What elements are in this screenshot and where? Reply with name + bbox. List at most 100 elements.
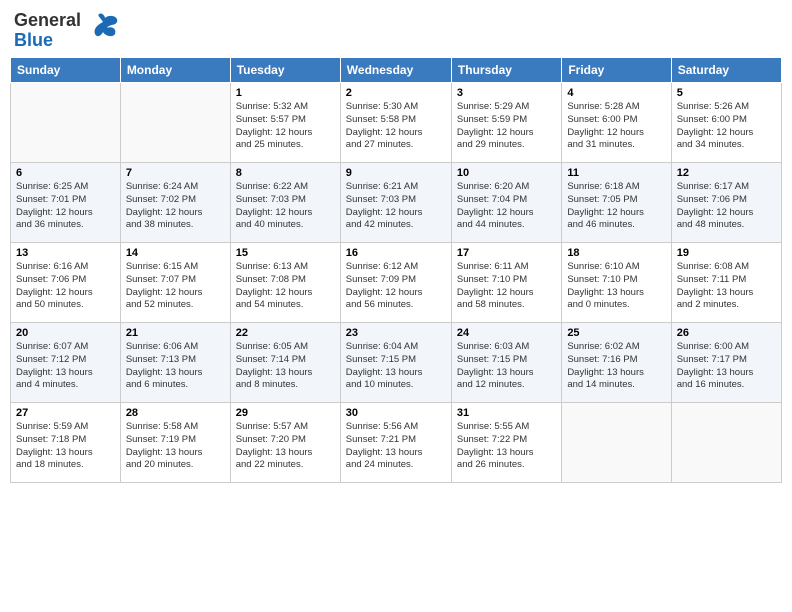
calendar-cell: 23 Sunrise: 6:04 AM Sunset: 7:15 PM Dayli… [340, 323, 451, 403]
page-header: General Blue [10, 10, 782, 51]
day-info: Sunrise: 6:00 AM Sunset: 7:17 PM Dayligh… [677, 341, 776, 392]
calendar-cell: 28 Sunrise: 5:58 AM Sunset: 7:19 PM Dayli… [120, 403, 230, 483]
calendar-cell: 16 Sunrise: 6:12 AM Sunset: 7:09 PM Dayli… [340, 243, 451, 323]
day-number: 26 [677, 327, 776, 339]
calendar-cell: 12Sunrise: 6:17 AM Sunset: 7:06 PM Dayli… [671, 163, 781, 243]
weekday-header-sunday: Sunday [11, 58, 121, 83]
day-info: Sunrise: 6:22 AM Sunset: 7:03 PM Dayligh… [236, 181, 335, 232]
day-number: 28 [126, 407, 225, 419]
calendar-header-row: SundayMondayTuesdayWednesdayThursdayFrid… [11, 58, 782, 83]
calendar-body: 1 Sunrise: 5:32 AM Sunset: 5:57 PM Daylig… [11, 83, 782, 483]
day-number: 19 [677, 247, 776, 259]
calendar-cell [120, 83, 230, 163]
day-info: Sunrise: 6:25 AM Sunset: 7:01 PM Dayligh… [16, 181, 115, 232]
calendar-week-5: 27 Sunrise: 5:59 AM Sunset: 7:18 PM Dayli… [11, 403, 782, 483]
logo-blue: Blue [14, 30, 53, 50]
day-number: 29 [236, 407, 335, 419]
day-number: 27 [16, 407, 115, 419]
day-number: 2 [346, 87, 446, 99]
day-number: 24 [457, 327, 556, 339]
calendar-cell: 20Sunrise: 6:07 AM Sunset: 7:12 PM Dayli… [11, 323, 121, 403]
day-info: Sunrise: 6:07 AM Sunset: 7:12 PM Dayligh… [16, 341, 115, 392]
calendar-table: SundayMondayTuesdayWednesdayThursdayFrid… [10, 57, 782, 483]
calendar-cell: 22 Sunrise: 6:05 AM Sunset: 7:14 PM Dayli… [230, 323, 340, 403]
day-info: Sunrise: 6:20 AM Sunset: 7:04 PM Dayligh… [457, 181, 556, 232]
day-number: 6 [16, 167, 115, 179]
day-number: 7 [126, 167, 225, 179]
weekday-header-tuesday: Tuesday [230, 58, 340, 83]
weekday-header-friday: Friday [562, 58, 671, 83]
day-info: Sunrise: 5:58 AM Sunset: 7:19 PM Dayligh… [126, 421, 225, 472]
calendar-cell: 17Sunrise: 6:11 AM Sunset: 7:10 PM Dayli… [451, 243, 561, 323]
calendar-week-1: 1 Sunrise: 5:32 AM Sunset: 5:57 PM Daylig… [11, 83, 782, 163]
calendar-cell: 31 Sunrise: 5:55 AM Sunset: 7:22 PM Dayli… [451, 403, 561, 483]
calendar-cell: 18 Sunrise: 6:10 AM Sunset: 7:10 PM Dayli… [562, 243, 671, 323]
day-info: Sunrise: 5:56 AM Sunset: 7:21 PM Dayligh… [346, 421, 446, 472]
day-number: 1 [236, 87, 335, 99]
day-number: 18 [567, 247, 665, 259]
calendar-cell: 25Sunrise: 6:02 AM Sunset: 7:16 PM Dayli… [562, 323, 671, 403]
calendar-cell: 30 Sunrise: 5:56 AM Sunset: 7:21 PM Dayli… [340, 403, 451, 483]
day-info: Sunrise: 6:05 AM Sunset: 7:14 PM Dayligh… [236, 341, 335, 392]
calendar-cell: 13 Sunrise: 6:16 AM Sunset: 7:06 PM Dayli… [11, 243, 121, 323]
day-info: Sunrise: 6:12 AM Sunset: 7:09 PM Dayligh… [346, 261, 446, 312]
day-number: 14 [126, 247, 225, 259]
day-number: 22 [236, 327, 335, 339]
calendar-cell: 11 Sunrise: 6:18 AM Sunset: 7:05 PM Dayli… [562, 163, 671, 243]
day-number: 12 [677, 167, 776, 179]
day-info: Sunrise: 6:16 AM Sunset: 7:06 PM Dayligh… [16, 261, 115, 312]
calendar-cell: 14Sunrise: 6:15 AM Sunset: 7:07 PM Dayli… [120, 243, 230, 323]
calendar-cell: 5Sunrise: 5:26 AM Sunset: 6:00 PM Daylig… [671, 83, 781, 163]
day-number: 30 [346, 407, 446, 419]
day-number: 31 [457, 407, 556, 419]
day-info: Sunrise: 5:26 AM Sunset: 6:00 PM Dayligh… [677, 101, 776, 152]
day-number: 23 [346, 327, 446, 339]
weekday-header-saturday: Saturday [671, 58, 781, 83]
day-info: Sunrise: 6:21 AM Sunset: 7:03 PM Dayligh… [346, 181, 446, 232]
calendar-cell: 26 Sunrise: 6:00 AM Sunset: 7:17 PM Dayli… [671, 323, 781, 403]
calendar-cell: 19 Sunrise: 6:08 AM Sunset: 7:11 PM Dayli… [671, 243, 781, 323]
day-info: Sunrise: 5:59 AM Sunset: 7:18 PM Dayligh… [16, 421, 115, 472]
day-info: Sunrise: 6:24 AM Sunset: 7:02 PM Dayligh… [126, 181, 225, 232]
day-info: Sunrise: 5:30 AM Sunset: 5:58 PM Dayligh… [346, 101, 446, 152]
day-number: 8 [236, 167, 335, 179]
day-info: Sunrise: 6:18 AM Sunset: 7:05 PM Dayligh… [567, 181, 665, 232]
weekday-header-wednesday: Wednesday [340, 58, 451, 83]
day-info: Sunrise: 6:13 AM Sunset: 7:08 PM Dayligh… [236, 261, 335, 312]
calendar-cell: 7 Sunrise: 6:24 AM Sunset: 7:02 PM Daylig… [120, 163, 230, 243]
calendar-cell: 21Sunrise: 6:06 AM Sunset: 7:13 PM Dayli… [120, 323, 230, 403]
day-info: Sunrise: 5:32 AM Sunset: 5:57 PM Dayligh… [236, 101, 335, 152]
day-info: Sunrise: 6:06 AM Sunset: 7:13 PM Dayligh… [126, 341, 225, 392]
day-info: Sunrise: 6:11 AM Sunset: 7:10 PM Dayligh… [457, 261, 556, 312]
day-number: 16 [346, 247, 446, 259]
day-number: 13 [16, 247, 115, 259]
calendar-week-4: 20Sunrise: 6:07 AM Sunset: 7:12 PM Dayli… [11, 323, 782, 403]
weekday-header-monday: Monday [120, 58, 230, 83]
weekday-header-thursday: Thursday [451, 58, 561, 83]
day-info: Sunrise: 6:10 AM Sunset: 7:10 PM Dayligh… [567, 261, 665, 312]
day-number: 25 [567, 327, 665, 339]
calendar-week-3: 13 Sunrise: 6:16 AM Sunset: 7:06 PM Dayli… [11, 243, 782, 323]
day-number: 9 [346, 167, 446, 179]
day-info: Sunrise: 5:55 AM Sunset: 7:22 PM Dayligh… [457, 421, 556, 472]
day-info: Sunrise: 6:08 AM Sunset: 7:11 PM Dayligh… [677, 261, 776, 312]
calendar-cell: 10Sunrise: 6:20 AM Sunset: 7:04 PM Dayli… [451, 163, 561, 243]
calendar-cell: 4Sunrise: 5:28 AM Sunset: 6:00 PM Daylig… [562, 83, 671, 163]
day-number: 11 [567, 167, 665, 179]
calendar-cell [562, 403, 671, 483]
calendar-cell: 27 Sunrise: 5:59 AM Sunset: 7:18 PM Dayli… [11, 403, 121, 483]
day-info: Sunrise: 6:03 AM Sunset: 7:15 PM Dayligh… [457, 341, 556, 392]
calendar-cell: 6 Sunrise: 6:25 AM Sunset: 7:01 PM Daylig… [11, 163, 121, 243]
logo-bird-icon [87, 10, 123, 51]
day-info: Sunrise: 6:04 AM Sunset: 7:15 PM Dayligh… [346, 341, 446, 392]
day-number: 15 [236, 247, 335, 259]
calendar-cell: 24 Sunrise: 6:03 AM Sunset: 7:15 PM Dayli… [451, 323, 561, 403]
logo: General Blue [14, 10, 123, 51]
logo-general: General [14, 10, 81, 30]
day-info: Sunrise: 5:28 AM Sunset: 6:00 PM Dayligh… [567, 101, 665, 152]
day-info: Sunrise: 5:57 AM Sunset: 7:20 PM Dayligh… [236, 421, 335, 472]
calendar-cell: 1 Sunrise: 5:32 AM Sunset: 5:57 PM Daylig… [230, 83, 340, 163]
calendar-week-2: 6 Sunrise: 6:25 AM Sunset: 7:01 PM Daylig… [11, 163, 782, 243]
day-number: 3 [457, 87, 556, 99]
calendar-cell: 29 Sunrise: 5:57 AM Sunset: 7:20 PM Dayli… [230, 403, 340, 483]
